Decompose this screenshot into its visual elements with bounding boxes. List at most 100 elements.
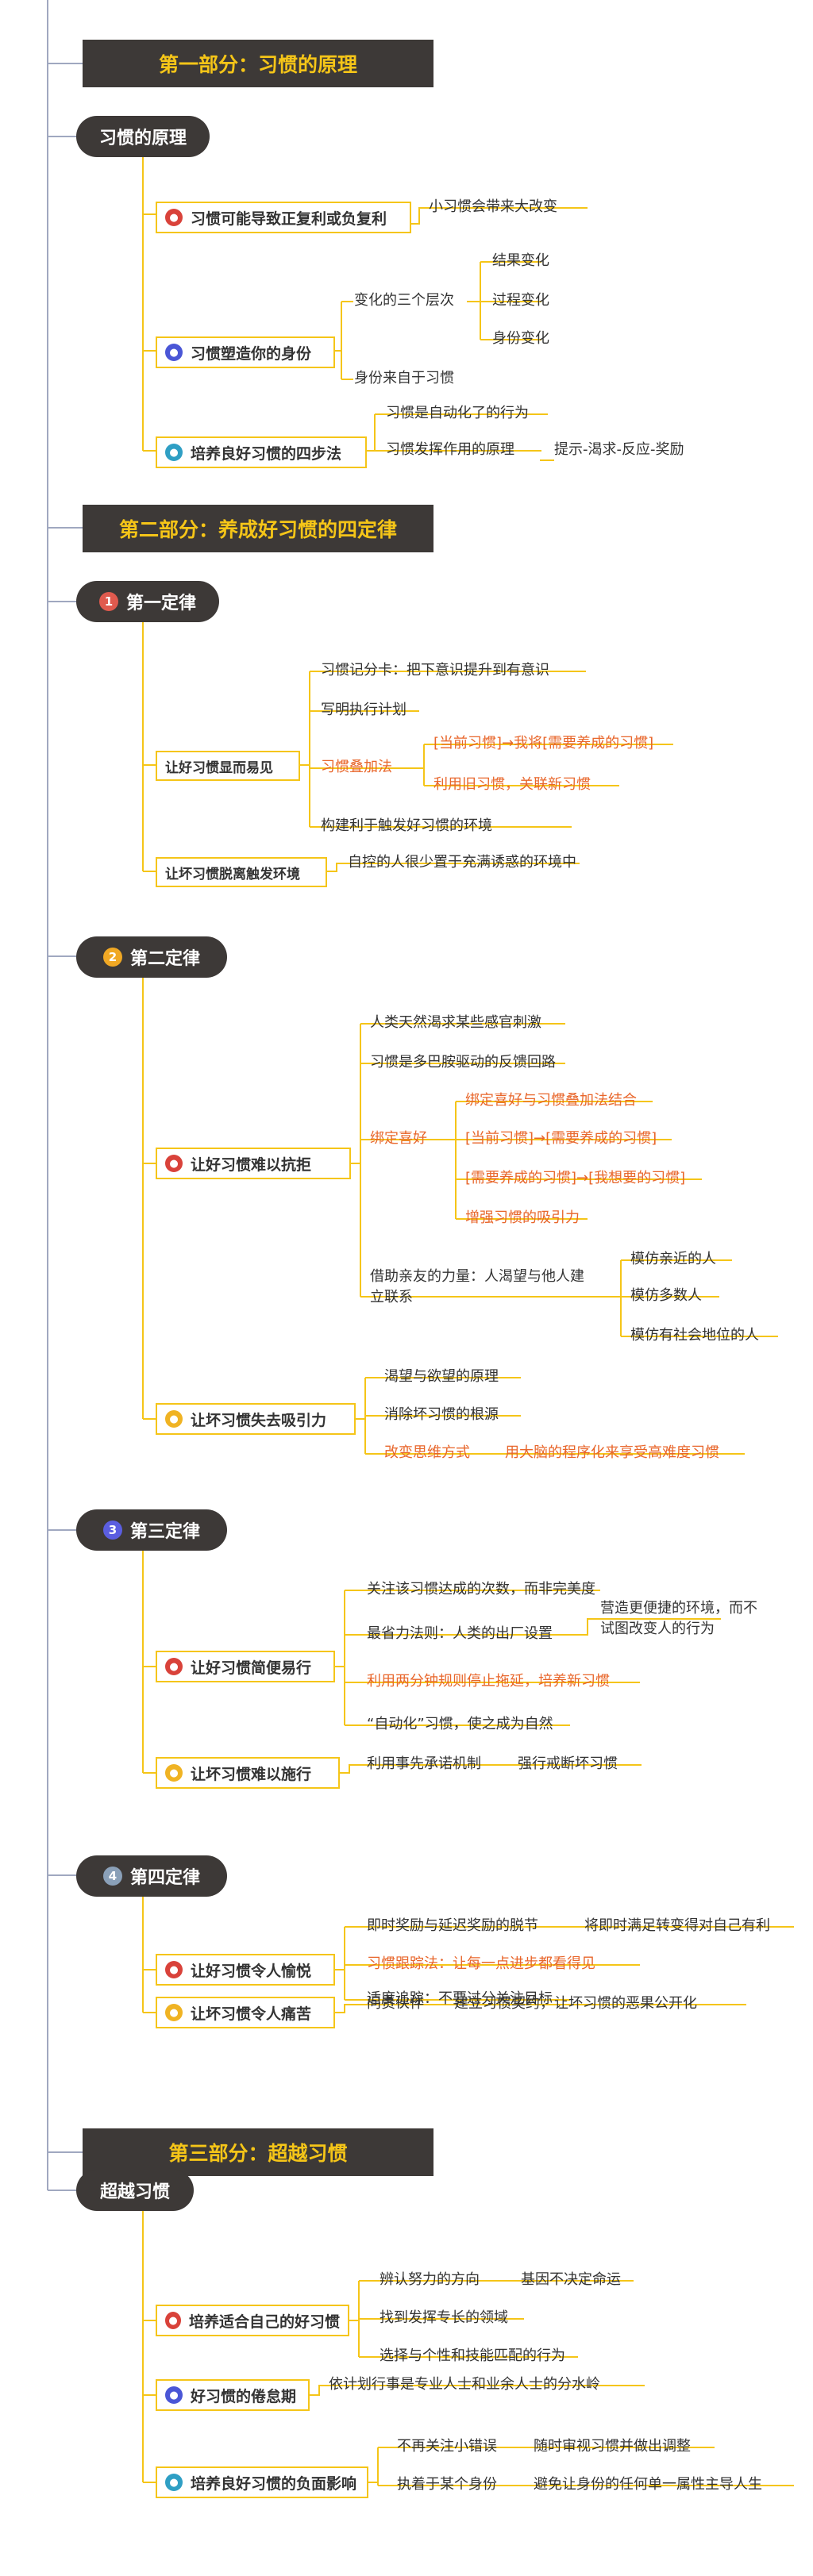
number-badge: 3 [102,1521,122,1540]
node-habit-principle[interactable]: 习惯的原理 [76,116,210,157]
person-icon: ● [165,2386,183,2404]
leaf-identify-direction: 辨认努力的方向 [380,2271,480,2288]
branch-label: 好习惯的倦怠期 [191,2387,297,2405]
node-law2[interactable]: 2 第二定律 [76,936,227,978]
leaf-habit-stacking: 习惯叠加法 [321,759,392,775]
leaf-genes-not-destiny: 基因不决定命运 [521,2271,621,2288]
branch-remove-cues[interactable]: 让坏习惯脱离触发环境 [156,857,327,887]
branch-make-easy[interactable]: ● 让好习惯简便易行 [156,1651,335,1682]
leaf-small-habits: 小习惯会带来大改变 [429,198,557,215]
number-badge: 2 [102,948,122,967]
leaf-three-levels: 变化的三个层次 [354,292,454,309]
leaf-frequency-not-perfection: 关注该习惯达成的次数，而非完美度 [367,1581,595,1598]
branch-downside[interactable]: ● 培养良好习惯的负面影响 [156,2466,368,2498]
leaf-match-personality: 选择与个性和技能匹配的行为 [380,2347,565,2364]
node-label: 第一定律 [125,594,196,613]
person-icon: ● [165,2312,181,2329]
leaf-accountability-partner: 问责伙伴 [367,1995,424,2012]
leaf-imitate-many: 模仿多数人 [630,1287,702,1304]
person-icon: ● [165,1764,183,1782]
leaf-find-expertise: 找到发挥专长的领域 [380,2309,508,2326]
leaf-pro-vs-amateur: 依计划行事是专业人士和业余人士的分水岭 [329,2376,600,2393]
leaf-implementation-intention: 写明执行计划 [321,702,406,718]
branch-plateau[interactable]: ● 好习惯的倦怠期 [156,2379,310,2411]
branch-label: 培养良好习惯的负面影响 [191,2474,357,2493]
branch-identity[interactable]: ● 习惯塑造你的身份 [156,336,335,368]
person-icon: ● [165,344,183,361]
leaf-least-effort: 最省力法则：人类的出厂设置 [367,1625,553,1642]
section-title-part3: 第三部分：超越习惯 [83,2128,433,2176]
leaf-reframe-mindset: 改变思维方式 [384,1444,470,1461]
branch-label: 习惯可能导致正复利或负复利 [191,210,387,228]
leaf-imitate-close: 模仿亲近的人 [630,1251,716,1267]
section-title-part1: 第一部分：习惯的原理 [83,40,433,87]
leaf-current-to-needed: [当前习惯]→[需要养成的习惯] [465,1130,657,1147]
branch-make-obvious[interactable]: 让好习惯显而易见 [156,751,300,781]
branch-make-unsatisfying[interactable]: ● 让坏习惯令人痛苦 [156,1997,335,2028]
person-icon: ● [165,2474,183,2491]
branch-label: 培养良好习惯的四步法 [191,444,342,463]
leaf-line: 借助亲友的力量：人渴望与他人建 [370,1268,584,1285]
leaf-sensory-craving: 人类天然渴求某些感官刺激 [370,1014,541,1031]
branch-four-steps[interactable]: ● 培养良好习惯的四步法 [156,436,367,468]
leaf-line: 营造更便捷的环境，而不 [600,1600,757,1617]
leaf-review-habits: 随时审视习惯并做出调整 [534,2438,691,2455]
leaf-habit-contract: 建立习惯契约，让坏习惯的恶果公开化 [454,1995,697,2012]
node-law4[interactable]: 4 第四定律 [76,1855,227,1897]
branch-label: 培养适合自己的好习惯 [188,2313,340,2331]
leaf-dopamine-loop: 习惯是多巴胺驱动的反馈回路 [370,1054,556,1071]
leaf-habit-tracking: 习惯跟踪法：让每一点进步都看得见 [367,1955,595,1972]
branch-make-satisfying[interactable]: ● 让好习惯令人愉悦 [156,1954,335,1986]
leaf-easier-environment: 营造更便捷的环境，而不 试图改变人的行为 [600,1598,757,1640]
branch-label: 让好习惯简便易行 [191,1659,312,1677]
number-badge: 4 [102,1867,122,1886]
leaf-bundle-with-stacking: 绑定喜好与习惯叠加法结合 [465,1092,637,1109]
branch-fit-habits[interactable]: ● 培养适合自己的好习惯 [156,2305,349,2336]
person-icon: ● [165,209,183,226]
leaf-automated-behavior: 习惯是自动化了的行为 [386,405,529,421]
branch-label: 习惯塑造你的身份 [191,344,312,363]
branch-make-attractive[interactable]: ● 让好习惯难以抗拒 [156,1148,351,1179]
leaf-identity-change: 身份变化 [492,330,549,347]
leaf-imitate-powerful: 模仿有社会地位的人 [630,1327,759,1344]
leaf-avoid-single-identity: 避免让身份的任何单一属性主导人生 [534,2476,762,2493]
branch-make-unattractive[interactable]: ● 让坏习惯失去吸引力 [156,1403,356,1435]
person-icon: ● [165,2004,183,2021]
branch-label: 让坏习惯难以施行 [191,1765,312,1783]
section-title-part2: 第二部分：养成好习惯的四定律 [83,505,433,552]
branch-label: 让好习惯令人愉悦 [191,1962,312,1980]
leaf-cue-craving-response-reward: 提示-渴求-反应-奖励 [554,441,684,458]
person-icon: ● [165,1410,183,1428]
leaf-line: 试图改变人的行为 [600,1621,715,1637]
node-label: 第三定律 [129,1522,200,1542]
node-law1[interactable]: 1 第一定律 [76,581,219,622]
leaf-reward-mismatch: 即时奖励与延迟奖励的脱节 [367,1917,538,1934]
leaf-stacking-formula: [当前习惯]→我将[需要养成的习惯] [433,735,654,752]
branch-compound-interest[interactable]: ● 习惯可能导致正复利或负复利 [156,202,411,233]
leaf-two-minute-rule: 利用两分钟规则停止拖延，培养新习惯 [367,1673,610,1690]
node-law3[interactable]: 3 第三定律 [76,1509,227,1551]
person-icon: ● [165,1155,183,1172]
person-icon: ● [165,1658,183,1675]
leaf-instant-gratification: 将即时满足转变得对自己有利 [584,1917,770,1934]
leaf-temptation-bundling: 绑定喜好 [370,1130,427,1147]
leaf-habit-scorecard: 习惯记分卡：把下意识提升到有意识 [321,662,549,679]
branch-make-difficult[interactable]: ● 让坏习惯难以施行 [156,1757,340,1789]
leaf-line: 立联系 [370,1289,413,1305]
leaf-forced-quit: 强行戒断坏习惯 [518,1755,618,1772]
person-icon: ● [165,444,183,461]
leaf-remove-root: 消除坏习惯的根源 [384,1406,499,1423]
leaf-link-old-new: 利用旧习惯，关联新习惯 [433,776,591,793]
node-label: 第二定律 [129,949,200,969]
leaf-build-environment: 构建利于触发好习惯的环境 [321,817,492,834]
person-icon: ● [165,1961,183,1978]
leaf-commitment-device: 利用事先承诺机制 [367,1755,481,1772]
branch-label: 让坏习惯令人痛苦 [191,2005,312,2023]
node-beyond-habits[interactable]: 超越习惯 [76,2170,194,2211]
leaf-outcome-change: 结果变化 [492,252,549,269]
number-badge: 1 [98,592,118,611]
leaf-peer-power: 借助亲友的力量：人渴望与他人建 立联系 [370,1267,584,1308]
leaf-identity-from-habits: 身份来自于习惯 [354,370,454,386]
leaf-ignore-small-errors: 不再关注小错误 [397,2438,497,2455]
leaf-identity-attachment: 执着于某个身份 [397,2476,497,2493]
